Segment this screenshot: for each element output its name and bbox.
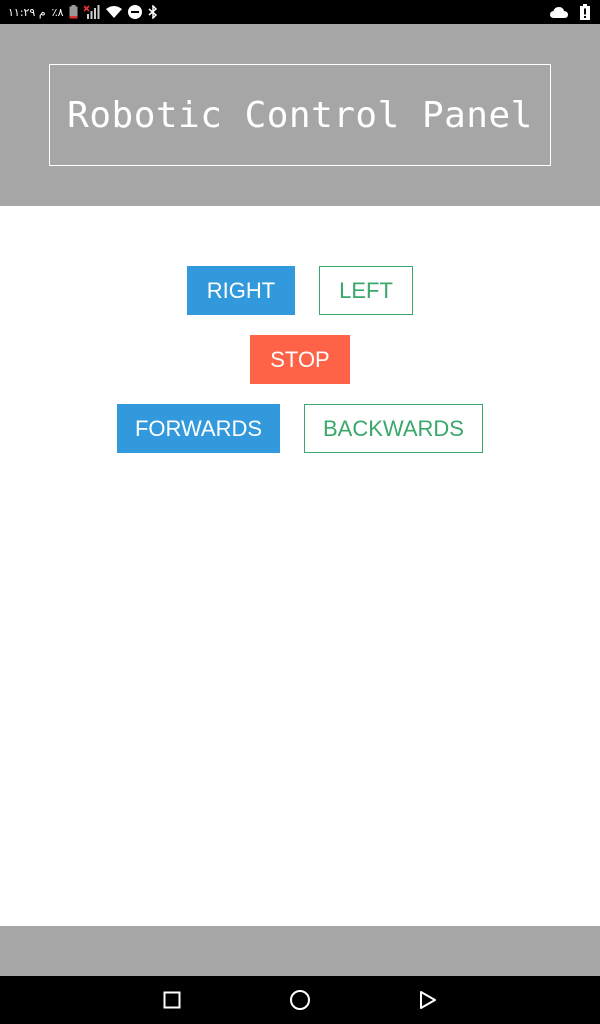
footer-bar — [0, 926, 600, 976]
status-right-group — [550, 0, 590, 24]
battery-alert-icon — [580, 4, 590, 20]
right-button[interactable]: RIGHT — [187, 266, 295, 315]
forwards-button[interactable]: FORWARDS — [117, 404, 280, 453]
stop-button[interactable]: STOP — [250, 335, 350, 384]
status-time: ۱۱:۲۹ م — [8, 5, 46, 19]
cloud-icon — [550, 6, 568, 18]
navigation-bar — [0, 976, 600, 1024]
back-triangle-icon[interactable] — [398, 976, 458, 1024]
app-screen: ۱۱:۲۹ م ٪۸ Robotic Control Panel RIGHT L… — [0, 0, 600, 1024]
home-circle-icon[interactable] — [270, 976, 330, 1024]
battery-percent: ٪۸ — [51, 5, 64, 19]
bluetooth-icon — [148, 5, 158, 19]
left-button[interactable]: LEFT — [319, 266, 413, 315]
status-left-group: ۱۱:۲۹ م ٪۸ — [8, 0, 158, 24]
wifi-icon — [106, 6, 123, 18]
do-not-disturb-icon — [128, 5, 143, 19]
battery-low-icon — [69, 5, 78, 19]
backwards-button[interactable]: BACKWARDS — [304, 404, 483, 453]
page-title: Robotic Control Panel — [49, 64, 551, 166]
header-banner: Robotic Control Panel — [0, 24, 600, 206]
signal-x-icon — [84, 5, 100, 19]
recents-square-icon[interactable] — [142, 976, 202, 1024]
status-bar: ۱۱:۲۹ م ٪۸ — [0, 0, 600, 24]
